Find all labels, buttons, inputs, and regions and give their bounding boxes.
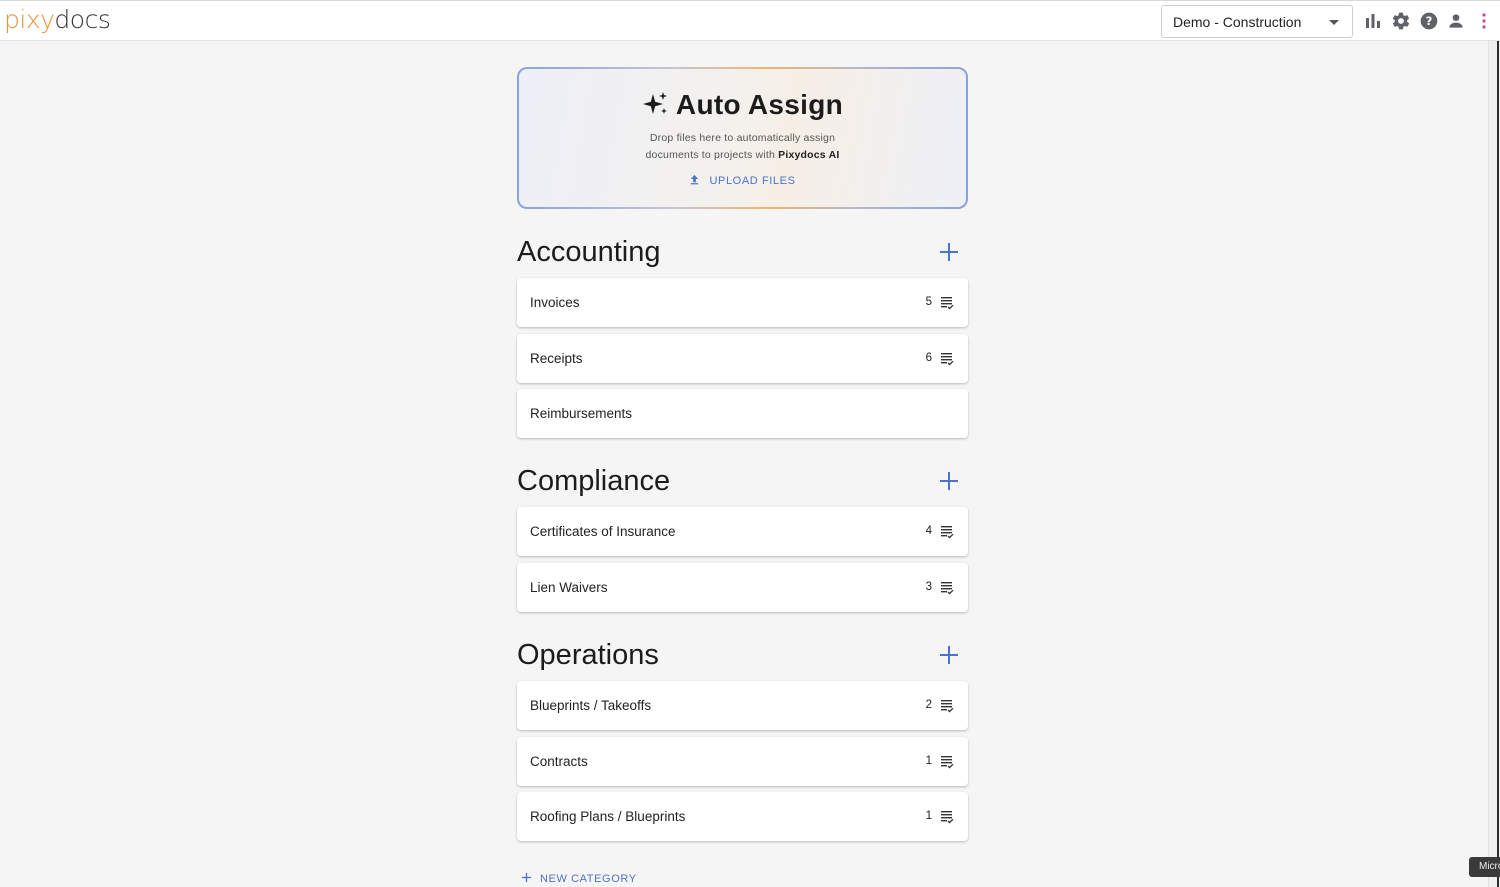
auto-assign-desc-line2: documents to projects with Pixydocs AI [519,147,966,164]
pixydocs-logo[interactable]: pixydocs [4,5,111,35]
bar-chart-icon[interactable] [1363,11,1383,31]
category-item[interactable]: Contracts 1 [517,736,968,786]
category-item-name: Reimbursements [530,406,633,421]
auto-assign-desc-line1: Drop files here to automatically assign [649,132,836,144]
auto-assign-description: Drop files here to automatically assign … [519,130,966,164]
scrollbar[interactable] [1488,41,1500,887]
document-count: 6 [925,351,932,364]
category-item[interactable]: Blueprints / Takeoffs 2 [517,681,968,730]
category-item-name: Certificates of Insurance [530,524,676,539]
document-list-icon[interactable] [940,296,954,310]
more-vert-icon[interactable] [1474,11,1494,31]
document-count: 2 [925,699,932,711]
top-bar: pixydocs Demo - Construction ? [0,0,1500,41]
auto-assign-panel: Auto Assign Drop files here to automatic… [519,69,966,207]
category-item-name: Invoices [530,295,580,310]
project-select[interactable]: Demo - Construction [1161,5,1353,38]
sparkle-icon [642,92,667,114]
new-category-label: NEW CATEGORY [540,873,637,885]
document-list-icon[interactable] [940,352,954,366]
plus-icon [940,646,958,664]
document-count: 5 [925,296,932,308]
category-item[interactable]: Reimbursements [517,389,968,438]
auto-assign-title: Auto Assign [675,89,844,120]
category-item-name: Receipts [530,350,583,366]
add-category-item-button[interactable] [938,241,960,263]
document-count: 1 [925,754,932,767]
category-item-name: Lien Waivers [530,579,608,595]
user-icon[interactable] [1446,11,1466,31]
upload-files-label: UPLOAD FILES [709,175,796,187]
new-category-button[interactable]: NEW CATEGORY [521,872,637,885]
section-title: Compliance [517,465,671,497]
tooltip: Micro [1469,857,1500,877]
document-count: 3 [925,580,932,593]
category-item[interactable]: Receipts 6 [517,333,968,383]
auto-assign-desc-prefix: documents to projects with [645,149,779,161]
auto-assign-dropzone[interactable]: Auto Assign Drop files here to automatic… [517,67,968,209]
plus-icon [521,872,532,883]
gear-icon[interactable] [1391,11,1411,31]
auto-assign-title-row: Auto Assign [519,89,966,121]
pixydocs-ai-label: Pixydocs AI [778,149,840,161]
category-item-name: Contracts [530,753,588,769]
project-select-value: Demo - Construction [1173,14,1302,30]
section-title: Accounting [517,236,661,268]
category-item[interactable]: Certificates of Insurance 4 [517,507,968,556]
upload-files-button[interactable]: UPLOAD FILES [519,174,966,187]
category-item-name: Roofing Plans / Blueprints [530,809,686,824]
category-item[interactable]: Roofing Plans / Blueprints 1 [517,792,968,841]
document-list-icon[interactable] [940,755,954,769]
plus-icon [940,472,958,490]
document-count: 1 [925,810,932,822]
help-icon[interactable]: ? [1419,11,1439,31]
add-category-item-button[interactable] [938,470,960,492]
category-item-name: Blueprints / Takeoffs [530,698,652,713]
upload-icon [691,174,699,185]
chevron-down-icon [1329,20,1339,25]
add-category-item-button[interactable] [938,644,960,666]
document-list-icon[interactable] [940,581,954,595]
svg-text:?: ? [1426,14,1433,28]
plus-icon [940,243,958,261]
logo-part-pixy: pixy [4,5,55,34]
document-list-icon[interactable] [940,699,954,713]
document-list-icon[interactable] [940,525,954,539]
logo-part-docs: docs [54,5,111,34]
document-list-icon[interactable] [940,810,954,824]
document-count: 4 [925,525,932,537]
section-title: Operations [517,639,659,671]
category-item[interactable]: Invoices 5 [517,278,968,327]
scrollbar-thumb[interactable] [1497,41,1499,887]
category-item[interactable]: Lien Waivers 3 [517,562,968,612]
